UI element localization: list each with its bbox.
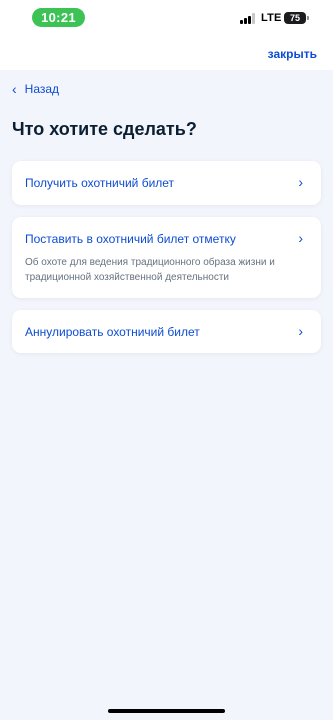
- page-title: Что хотите сделать?: [12, 119, 197, 139]
- option-description: Об охоте для ведения традиционного образ…: [25, 257, 275, 283]
- home-indicator[interactable]: [108, 709, 225, 713]
- option-add-mark[interactable]: Поставить в охотничий билет отметку Об о…: [12, 217, 321, 298]
- cellular-signal-icon: [240, 13, 257, 24]
- status-time: 10:21: [32, 8, 85, 27]
- chevron-left-icon: ‹: [12, 81, 17, 97]
- back-button[interactable]: ‹ Назад: [12, 82, 59, 96]
- network-type: LTE: [261, 12, 282, 24]
- battery-icon: 75: [284, 12, 309, 24]
- battery-level: 75: [289, 13, 300, 23]
- chevron-right-icon: ›: [298, 174, 303, 190]
- option-get-hunting-license[interactable]: Получить охотничий билет ›: [12, 161, 321, 205]
- status-bar: 10:21 LTE 75: [0, 0, 333, 36]
- chevron-right-icon: ›: [298, 323, 303, 339]
- option-cancel-hunting-license[interactable]: Аннулировать охотничий билет ›: [12, 310, 321, 353]
- option-title: Аннулировать охотничий билет: [25, 325, 200, 339]
- option-title: Получить охотничий билет: [25, 176, 175, 190]
- close-button[interactable]: закрыть: [268, 47, 317, 61]
- option-title: Поставить в охотничий билет отметку: [25, 232, 236, 246]
- screen: 10:21 LTE 75 закрыть ‹ Назад Что хотите …: [0, 0, 333, 720]
- chevron-right-icon: ›: [298, 230, 303, 246]
- top-header: закрыть: [0, 36, 333, 70]
- back-label: Назад: [24, 82, 60, 96]
